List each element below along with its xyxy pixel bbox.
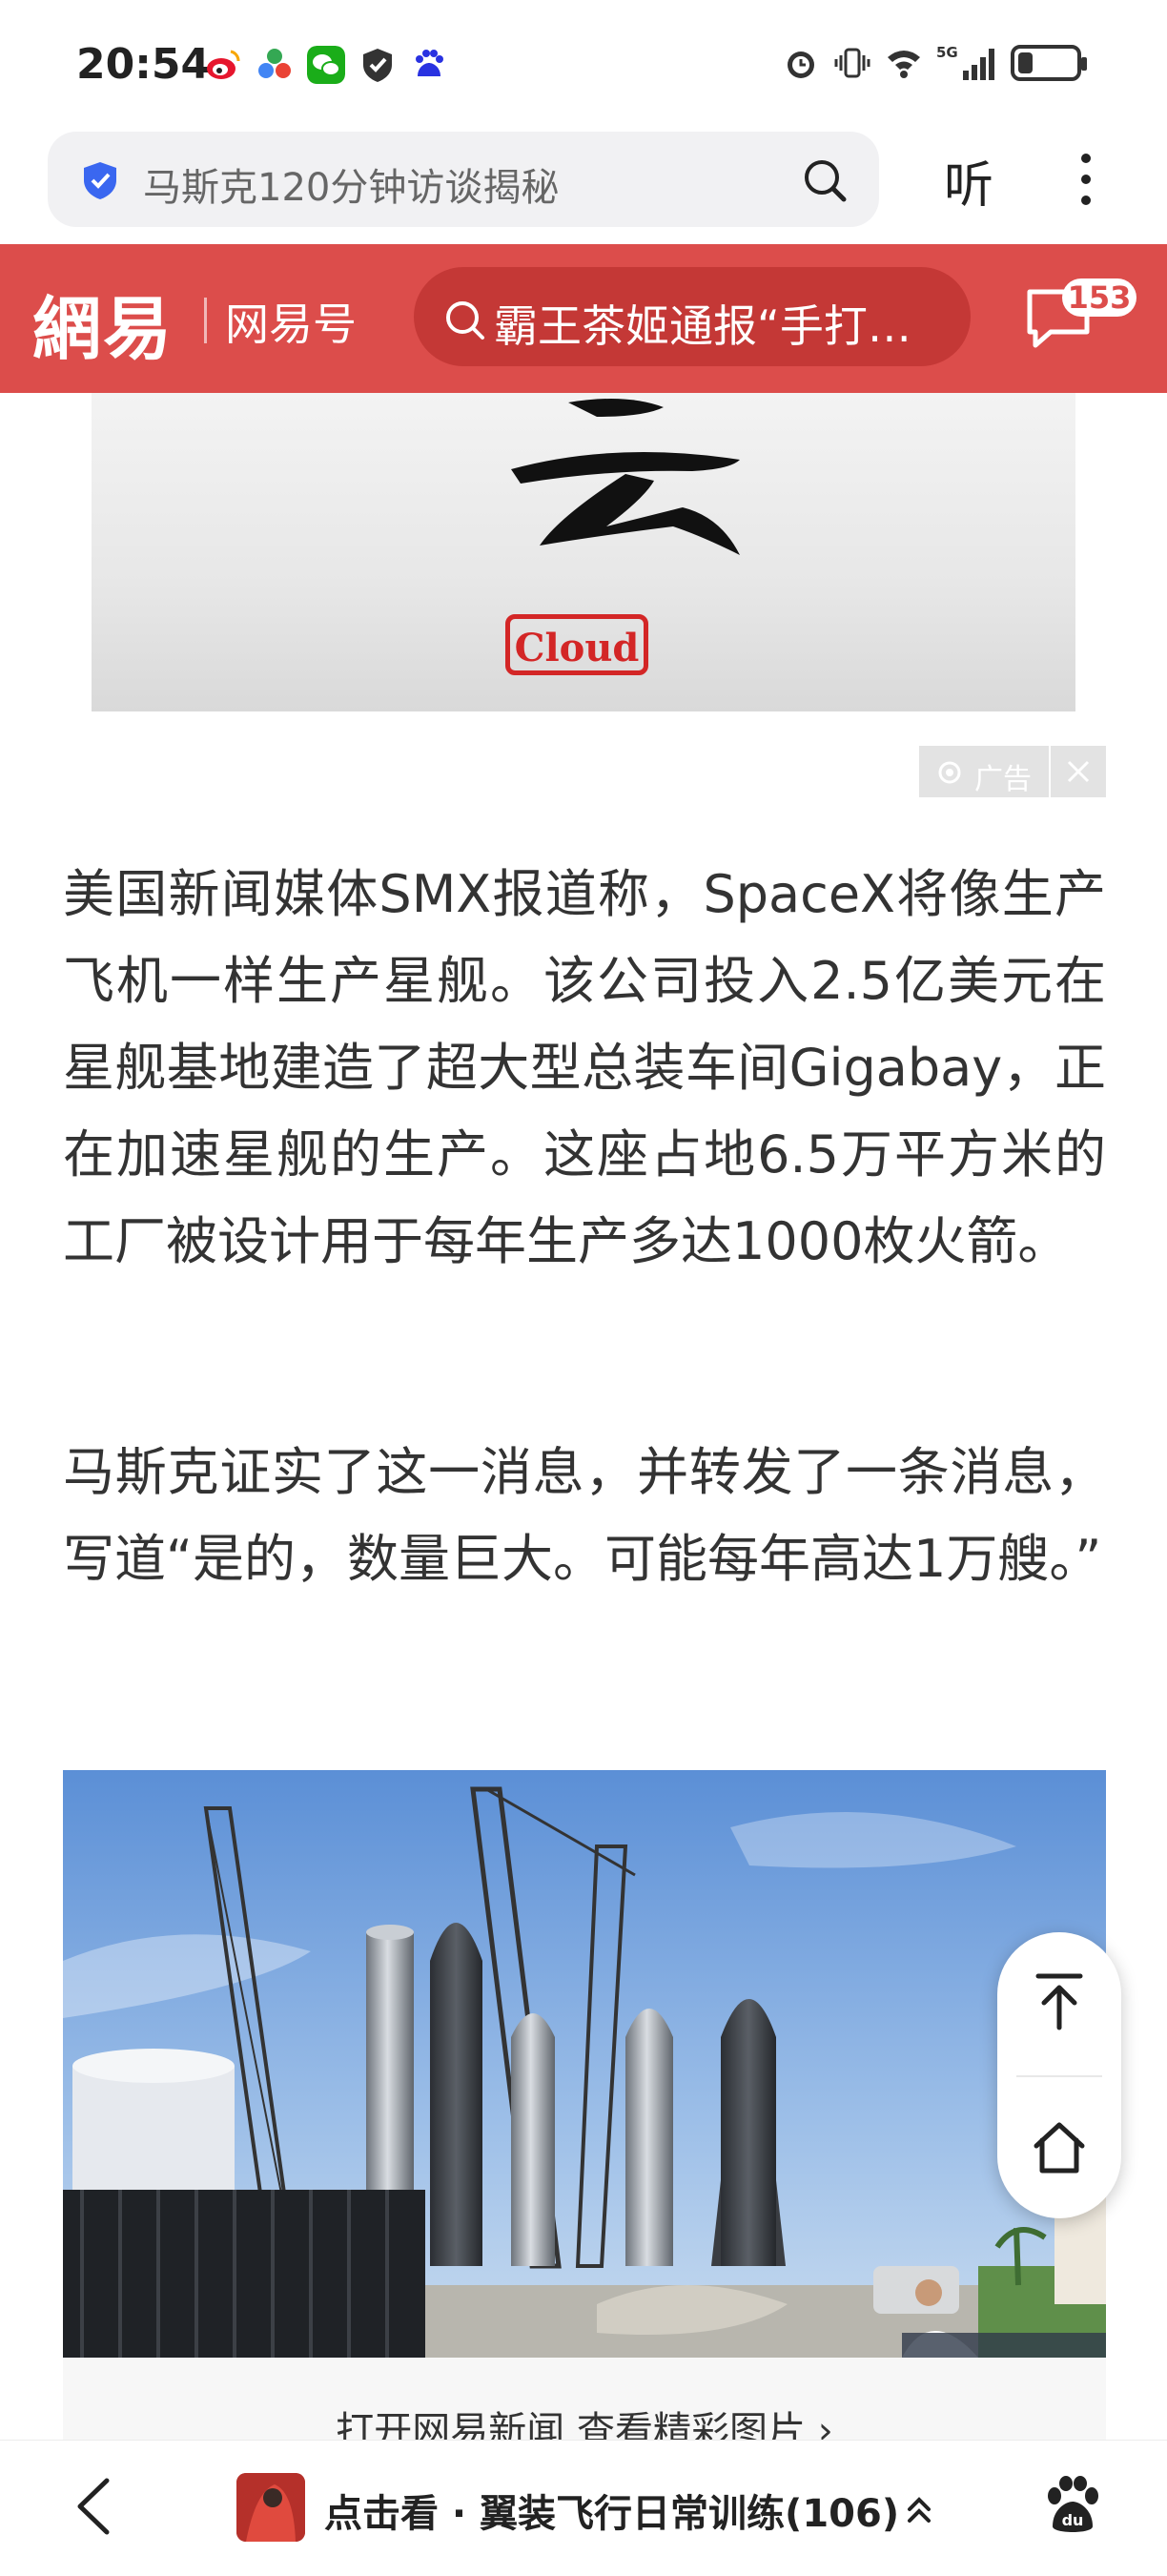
search-icon[interactable] [801, 156, 849, 204]
vibrate-icon [834, 48, 870, 78]
netease-hao-label[interactable]: 网易号 [225, 290, 357, 353]
alarm-icon [788, 52, 814, 78]
open-app-prompt[interactable]: 打开网易新闻 查看精彩图片 › [63, 2358, 1106, 2453]
status-bar: 20:54 5G [0, 0, 1167, 132]
baidu-paw-icon [416, 50, 443, 76]
back-arrow-icon[interactable] [72, 2475, 113, 2538]
weibo-icon [207, 50, 240, 79]
svg-text:5G: 5G [936, 44, 958, 61]
article-paragraph: 马斯克证实了这一消息，并转发了一条消息，写道“是的，数量巨大。可能每年高达1万艘… [63, 1442, 1106, 1589]
starship-photo[interactable] [63, 1770, 1106, 2358]
browser-search-bar[interactable]: 马斯克120分钟访谈揭秘 [48, 132, 879, 227]
hot-search-bar[interactable]: 霸王茶姬通报“手打… [414, 267, 971, 366]
close-icon[interactable] [1064, 757, 1093, 786]
notification-icons [204, 46, 448, 84]
netease-logo[interactable]: 網易 [32, 273, 174, 373]
hot-search-text: 霸王茶姬通报“手打… [494, 300, 911, 352]
system-icons: 5G [782, 44, 1087, 82]
message-count-badge: 153 [1062, 278, 1136, 317]
search-query[interactable]: 马斯克120分钟访谈揭秘 [143, 156, 559, 212]
baidu-paw-icon[interactable]: du [1045, 2475, 1100, 2534]
ad-label: 广告 [974, 763, 1032, 796]
video-thumbnail[interactable] [236, 2473, 305, 2542]
colorful-app-icon [258, 49, 291, 78]
double-chevron-up-icon[interactable] [904, 2494, 934, 2524]
shield-check-icon [363, 49, 392, 82]
status-time: 20:54 [76, 40, 211, 89]
ad-image[interactable]: Cloud [92, 393, 1075, 711]
netease-header: 網易 网易号 霸王茶姬通报“手打… 153 [0, 244, 1167, 393]
back-to-top-icon[interactable] [1031, 1970, 1088, 2033]
listen-button[interactable]: 听 [944, 145, 993, 216]
search-icon [446, 301, 484, 340]
floating-action-panel [997, 1932, 1121, 2218]
home-icon[interactable] [1031, 2119, 1088, 2176]
wifi-icon [888, 51, 920, 78]
battery-icon [1011, 45, 1087, 81]
security-shield-icon [84, 162, 116, 199]
article-paragraph: 美国新闻媒体SMX报道称，SpaceX将像生产飞机一样生产星舰。该公司投入2.5… [63, 864, 1106, 1271]
more-menu-icon[interactable] [1072, 151, 1100, 208]
ad-tag-divider [1049, 746, 1051, 797]
signal-5g-icon: 5G [936, 44, 994, 80]
recommended-video-title[interactable]: 点击看 · 翼装飞行日常训练(106) [324, 2483, 899, 2538]
floating-divider [1016, 2075, 1102, 2077]
svg-text:du: du [1062, 2511, 1084, 2529]
ad-tag[interactable]: 广告 [919, 746, 1106, 797]
cloud-stamp: Cloud [505, 614, 648, 675]
ad-eye-icon [938, 761, 961, 784]
bottom-navigation-bar: 点击看 · 翼装飞行日常训练(106) du [0, 2440, 1167, 2576]
battery-level [1018, 52, 1033, 73]
wechat-icon [307, 46, 345, 84]
calligraphy-image [511, 399, 740, 555]
header-divider [204, 298, 207, 343]
